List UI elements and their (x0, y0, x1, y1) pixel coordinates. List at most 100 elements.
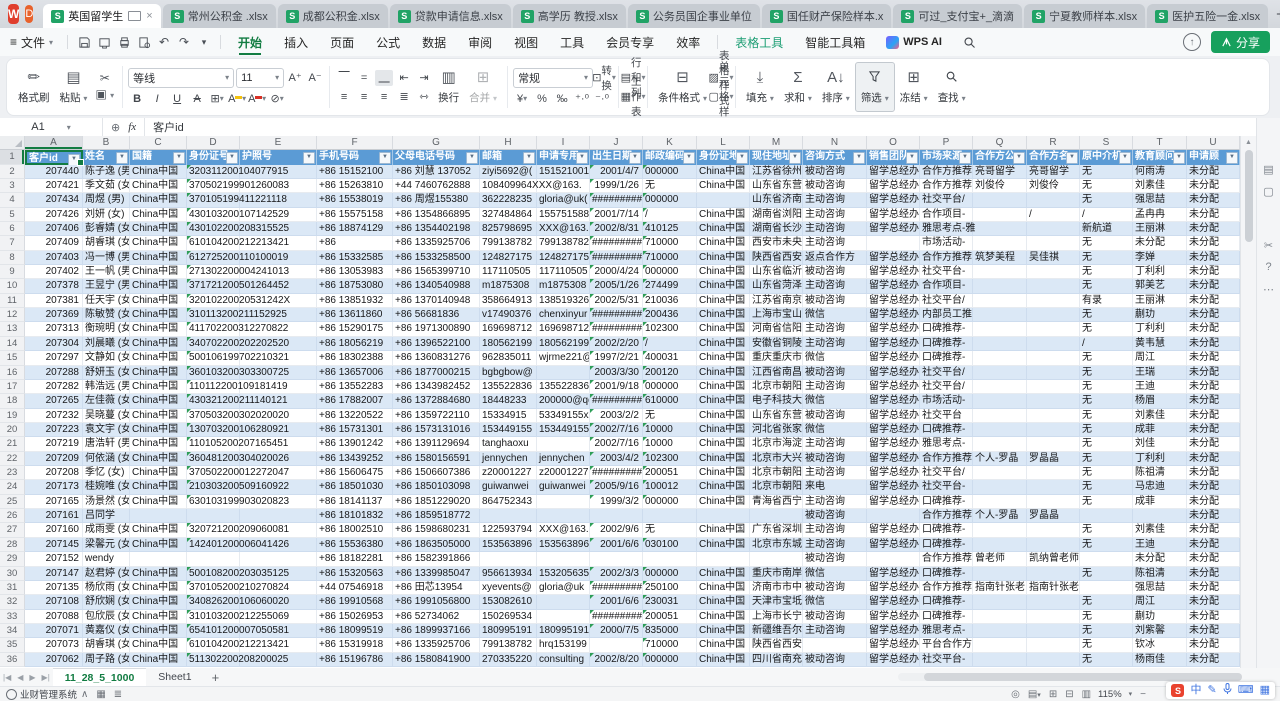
cell-R12[interactable] (1027, 308, 1080, 322)
cell-D34[interactable]: 654101200007050581 (187, 624, 240, 638)
cell-N36[interactable]: 被动咨询 (803, 653, 867, 667)
cell-R30[interactable] (1027, 567, 1080, 581)
cell-F32[interactable]: +86 19910568 (317, 595, 393, 609)
panel-window-icon[interactable]: ▢ (1263, 180, 1273, 202)
cell-I8[interactable]: 124827175 (537, 251, 590, 265)
cell-C22[interactable]: China中国 (130, 452, 187, 466)
cell-P19[interactable]: 社交平台 (920, 409, 973, 423)
cell-U35[interactable]: 未分配 (1187, 638, 1240, 652)
cell-A27[interactable]: 207160 (25, 523, 83, 537)
cell-B14[interactable]: 刘晨曦 (女 (83, 337, 130, 351)
filter-dropdown-icon[interactable]: ▼ (736, 152, 748, 164)
cell-K28[interactable]: 030100 (643, 538, 697, 552)
cell-T31[interactable]: 强思喆 (1133, 581, 1187, 595)
document-tab[interactable]: S可过_支付宝+_滴滴 (893, 4, 1022, 28)
cell-I32[interactable] (537, 595, 590, 609)
wrap-text-button[interactable]: ▥ 换行 (433, 70, 464, 105)
cell-G15[interactable]: +86 1360831276 (393, 351, 480, 365)
cell-M22[interactable]: 北京市大兴 (750, 452, 803, 466)
cell-K35[interactable]: 710000 (643, 638, 697, 652)
menu-item-页面[interactable]: 页面 (319, 28, 365, 56)
cell-N6[interactable]: 主动咨询 (803, 222, 867, 236)
cell-H27[interactable]: 122593794 (480, 523, 537, 537)
cell-F7[interactable]: +86 (317, 236, 393, 250)
cell-N20[interactable]: 微信 (803, 423, 867, 437)
cell-A28[interactable]: 207145 (25, 538, 83, 552)
print-layout-icon[interactable]: ▤▾ (1028, 689, 1041, 700)
cell-B23[interactable]: 季忆 (女) (83, 466, 130, 480)
cell-A30[interactable]: 207147 (25, 567, 83, 581)
cell-L25[interactable]: China中国 (697, 495, 750, 509)
cell-I12[interactable]: chenxinyur (537, 308, 590, 322)
cell-H23[interactable]: z20001227 (480, 466, 537, 480)
cell-T34[interactable]: 刘紫馨 (1133, 624, 1187, 638)
cell-K19[interactable]: 无 (643, 409, 697, 423)
row-header-36[interactable]: 36 (0, 653, 25, 667)
cell-N26[interactable]: 被动咨询 (803, 509, 867, 523)
cell-S34[interactable]: 无 (1080, 624, 1133, 638)
cell-T27[interactable]: 刘素佳 (1133, 523, 1187, 537)
cell-N35[interactable] (803, 638, 867, 652)
menu-item-会员专享[interactable]: 会员专享 (595, 28, 665, 56)
normal-view-icon[interactable]: ⊞ (1049, 689, 1057, 700)
cell-F29[interactable]: +86 18182281 (317, 552, 393, 566)
cell-C17[interactable]: China中国 (130, 380, 187, 394)
cut-button[interactable]: ✂ (95, 72, 114, 85)
cell-N3[interactable]: 被动咨询 (803, 179, 867, 193)
document-tab[interactable]: S高学历 教授.xlsx (513, 4, 626, 28)
cell-M10[interactable]: 山东省菏泽 (750, 279, 803, 293)
cell-U5[interactable]: 未分配 (1187, 208, 1240, 222)
cell-N13[interactable]: 主动咨询 (803, 322, 867, 336)
cell-M36[interactable]: 四川省南充 (750, 653, 803, 667)
cell-G2[interactable]: +86 刘慧 137052 (393, 165, 480, 179)
cell-G25[interactable]: +86 1851229020 (393, 495, 480, 509)
cell-O16[interactable]: 留学总经办 (867, 366, 920, 380)
cell-H4[interactable]: 362228235 (480, 193, 537, 207)
cell-D16[interactable]: 360103200303300725 (187, 366, 240, 380)
cell-C36[interactable]: China中国 (130, 653, 187, 667)
cell-P15[interactable]: 口碑推荐- (920, 351, 973, 365)
redo-icon[interactable]: ↷ (175, 33, 193, 51)
cell-O31[interactable]: 留学总经办 (867, 581, 920, 595)
cell-R6[interactable] (1027, 222, 1080, 236)
cell-L3[interactable]: China中国 (697, 179, 750, 193)
cell-M5[interactable]: 湖南省浏阳 (750, 208, 803, 222)
cell-O8[interactable]: 留学总经办 (867, 251, 920, 265)
cell-P29[interactable]: 合作方推荐 (920, 552, 973, 566)
cell-K9[interactable]: 000000 (643, 265, 697, 279)
justify-icon[interactable]: ≣ (395, 89, 413, 105)
cell-B3[interactable]: 季文茹 (女 (83, 179, 130, 193)
fill-button[interactable]: ⤓ 填充 ▾ (741, 62, 779, 112)
cell-H19[interactable]: 15334915 (480, 409, 537, 423)
cell-H34[interactable]: 180995191 (480, 624, 537, 638)
cell-M25[interactable]: 青海省西宁 (750, 495, 803, 509)
cell-S31[interactable] (1080, 581, 1133, 595)
header-cell-Q1[interactable]: 合作方公▼ (973, 150, 1027, 165)
cell-Q16[interactable] (973, 366, 1027, 380)
freeze-button[interactable]: ⊞ 冻结 ▾ (895, 62, 933, 112)
cell-U2[interactable]: 未分配 (1187, 165, 1240, 179)
cell-A15[interactable]: 207297 (25, 351, 83, 365)
cell-D33[interactable]: 310103200212255069 (187, 610, 240, 624)
cell-O33[interactable]: 留学总经办 (867, 610, 920, 624)
cell-Q10[interactable] (973, 279, 1027, 293)
cell-O32[interactable]: 留学总经办 (867, 595, 920, 609)
cell-O25[interactable]: 留学总经办 (867, 495, 920, 509)
cell-C29[interactable] (130, 552, 187, 566)
cell-R21[interactable] (1027, 437, 1080, 451)
cell-D24[interactable]: 210303200509160922 (187, 480, 240, 494)
cell-B9[interactable]: 王一帆 (男 (83, 265, 130, 279)
cell-J27[interactable]: 2002/9/6 (590, 523, 643, 537)
cell-I19[interactable]: 53349155xx (537, 409, 590, 423)
cell-A5[interactable]: 207426 (25, 208, 83, 222)
cell-P34[interactable]: 雅思考点- (920, 624, 973, 638)
cell-U13[interactable]: 未分配 (1187, 322, 1240, 336)
cell-K15[interactable]: 400031 (643, 351, 697, 365)
cell-Q5[interactable] (973, 208, 1027, 222)
cell-G24[interactable]: +86 1850103098 (393, 480, 480, 494)
cell-G3[interactable]: +44 7460762888 (393, 179, 480, 193)
cell-A17[interactable]: 207282 (25, 380, 83, 394)
cell-F35[interactable]: +86 15319918 (317, 638, 393, 652)
cell-A11[interactable]: 207381 (25, 294, 83, 308)
cell-A2[interactable]: 207440 (25, 165, 83, 179)
